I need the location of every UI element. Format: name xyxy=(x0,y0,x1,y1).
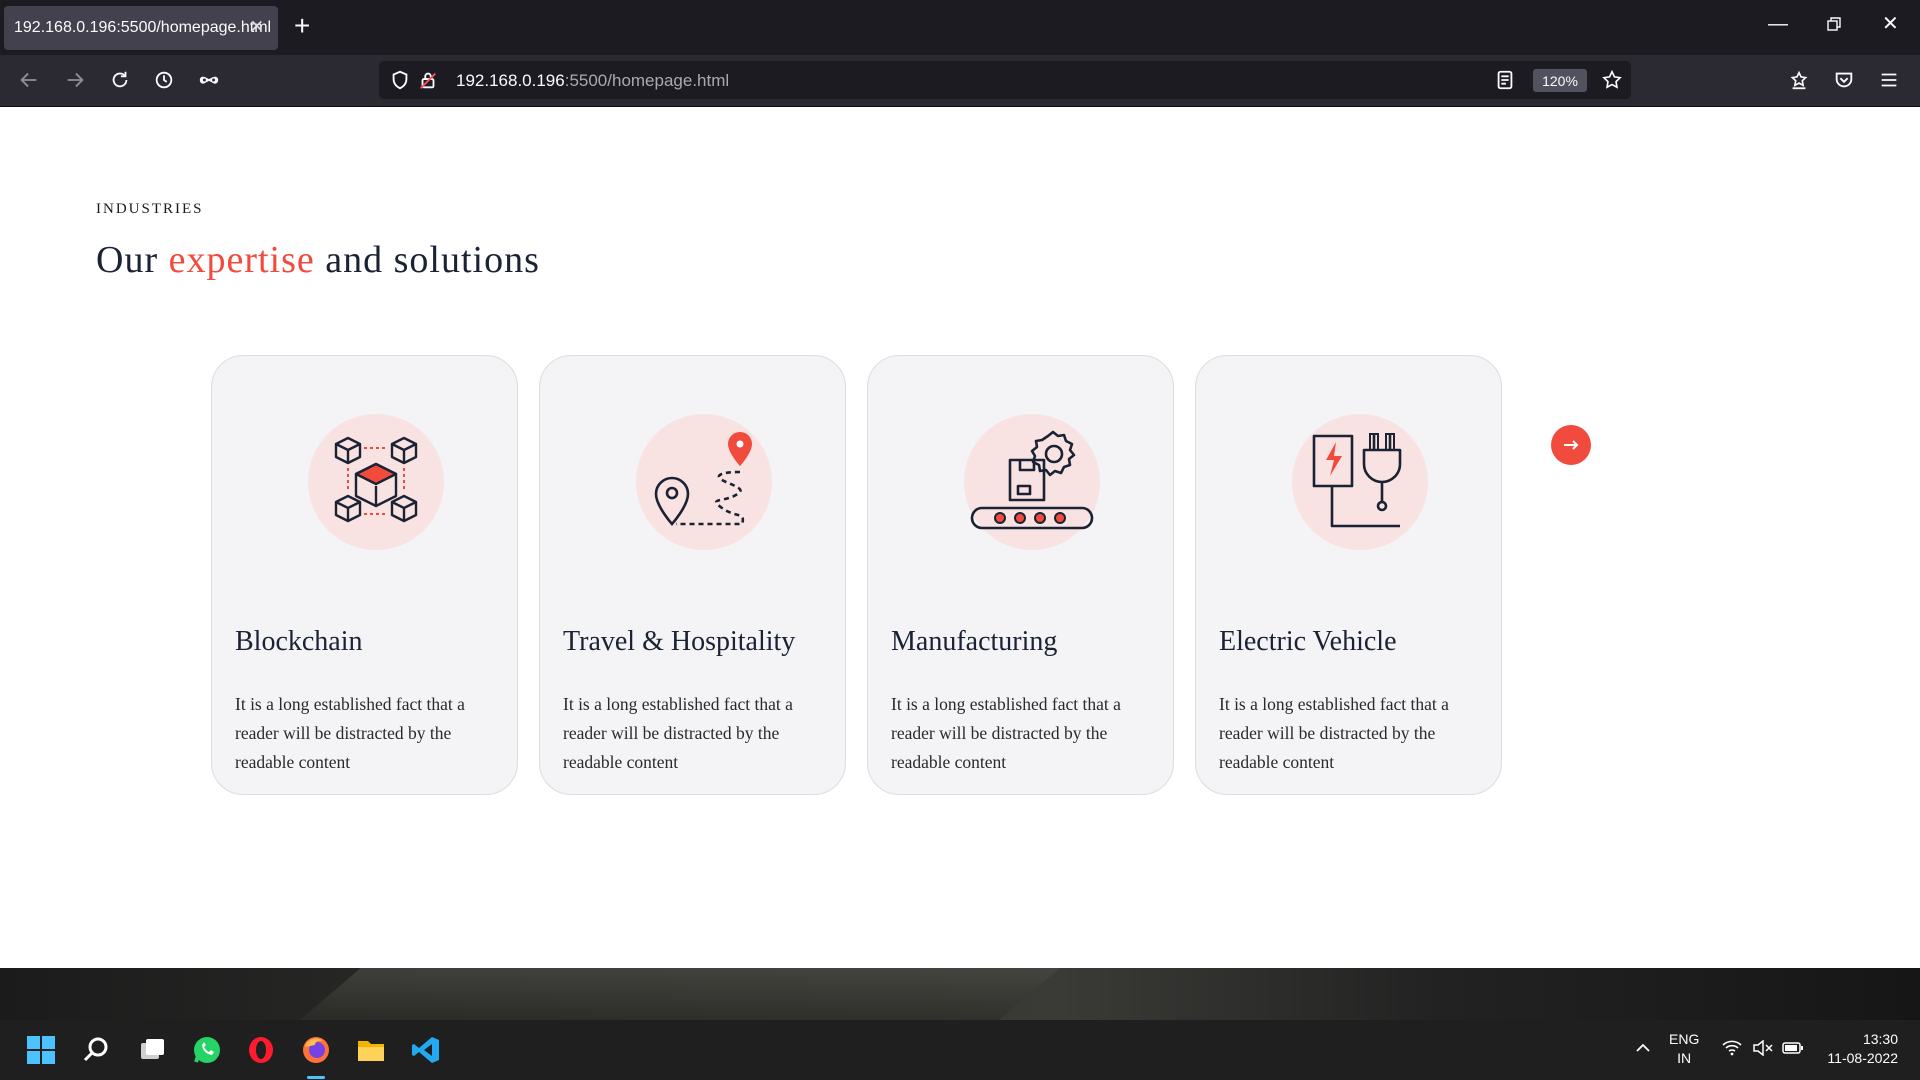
url-path: :5500/homepage.html xyxy=(564,71,730,90)
url-host: 192.168.0.196 xyxy=(456,71,565,90)
section-eyebrow: INDUSTRIES xyxy=(96,201,204,217)
card-title: Manufacturing xyxy=(891,626,1058,657)
history-icon[interactable] xyxy=(151,67,177,93)
reload-icon[interactable] xyxy=(107,67,133,93)
zoom-level-badge[interactable]: 120% xyxy=(1533,69,1587,92)
bookmarks-menu-icon[interactable] xyxy=(1786,67,1812,93)
forward-icon[interactable] xyxy=(62,67,88,93)
close-window-icon[interactable]: ✕ xyxy=(1882,12,1899,36)
next-section-background-image xyxy=(0,968,1920,1020)
back-icon[interactable] xyxy=(16,67,42,93)
vscode-icon[interactable] xyxy=(410,1034,442,1066)
heading-part-1: Our xyxy=(96,239,159,281)
search-icon[interactable] xyxy=(80,1034,112,1066)
url-text[interactable]: 192.168.0.196:5500/homepage.html xyxy=(456,71,729,91)
carousel-next-button[interactable] xyxy=(1551,425,1591,465)
taskbar xyxy=(0,1020,1920,1080)
card-title: Blockchain xyxy=(235,626,363,657)
url-bar[interactable]: 192.168.0.196:5500/homepage.html 120% xyxy=(379,61,1631,99)
browser-tab-bar: 192.168.0.196:5500/homepage.html ✕ + — ✕ xyxy=(0,0,1920,55)
manufacturing-conveyor-icon xyxy=(964,414,1100,550)
clock-date: 11-08-2022 xyxy=(1827,1050,1898,1066)
ev-charger-plug-icon xyxy=(1292,414,1428,550)
clock-time: 13:30 xyxy=(1862,1031,1898,1047)
heading-accent: expertise xyxy=(168,239,315,281)
file-explorer-icon[interactable] xyxy=(355,1034,387,1066)
whatsapp-icon[interactable] xyxy=(191,1034,223,1066)
industry-card-blockchain[interactable]: Blockchain It is a long established fact… xyxy=(211,355,518,795)
new-tab-icon[interactable]: + xyxy=(294,12,310,40)
section-heading: Our expertise and solutions xyxy=(96,238,540,282)
restore-icon[interactable] xyxy=(1826,14,1842,38)
card-title: Electric Vehicle xyxy=(1219,626,1397,657)
pocket-icon[interactable] xyxy=(1831,67,1857,93)
industry-card-manufacturing[interactable]: Manufacturing It is a long established f… xyxy=(867,355,1174,795)
tab-title: 192.168.0.196:5500/homepage.html xyxy=(14,19,272,36)
clock[interactable]: 13:30 11-08-2022 xyxy=(1820,1030,1898,1068)
heading-part-2: and solutions xyxy=(325,239,540,281)
card-description: It is a long established fact that a rea… xyxy=(563,694,793,772)
firefox-icon[interactable] xyxy=(300,1034,332,1066)
language-code: ENG xyxy=(1669,1031,1700,1047)
insecure-lock-icon[interactable] xyxy=(415,67,441,93)
tray-overflow-icon[interactable] xyxy=(1634,1040,1652,1059)
card-description: It is a long established fact that a rea… xyxy=(1219,694,1449,772)
hamburger-menu-icon[interactable] xyxy=(1876,67,1902,93)
reader-view-icon[interactable] xyxy=(1492,67,1518,93)
travel-route-icon xyxy=(636,414,772,550)
industry-card-electric-vehicle[interactable]: Electric Vehicle It is a long establishe… xyxy=(1195,355,1502,795)
blockchain-icon xyxy=(308,414,444,550)
minimize-icon[interactable]: — xyxy=(1768,12,1788,36)
region-code: IN xyxy=(1677,1050,1692,1066)
industry-card-travel-hospitality[interactable]: Travel & Hospitality It is a long establ… xyxy=(539,355,846,795)
bookmark-star-icon[interactable] xyxy=(1599,67,1625,93)
card-description: It is a long established fact that a rea… xyxy=(235,694,465,772)
task-view-icon[interactable] xyxy=(136,1034,168,1066)
card-title: Travel & Hospitality xyxy=(563,626,796,657)
wifi-icon[interactable] xyxy=(1722,1040,1742,1061)
close-tab-icon[interactable]: ✕ xyxy=(250,17,264,37)
language-indicator[interactable]: ENG IN xyxy=(1669,1030,1699,1068)
shield-icon[interactable] xyxy=(387,67,413,93)
private-mask-icon[interactable] xyxy=(196,67,222,93)
volume-muted-icon[interactable] xyxy=(1752,1039,1774,1061)
opera-icon[interactable] xyxy=(245,1034,277,1066)
browser-nav-bar: 192.168.0.196:5500/homepage.html 120% xyxy=(0,55,1920,107)
battery-icon[interactable] xyxy=(1782,1041,1804,1060)
active-app-indicator xyxy=(307,1076,325,1079)
windows-start-icon[interactable] xyxy=(25,1034,57,1066)
arrow-right-icon xyxy=(1564,440,1579,450)
card-description: It is a long established fact that a rea… xyxy=(891,694,1121,772)
browser-tab[interactable]: 192.168.0.196:5500/homepage.html ✕ xyxy=(4,6,278,50)
